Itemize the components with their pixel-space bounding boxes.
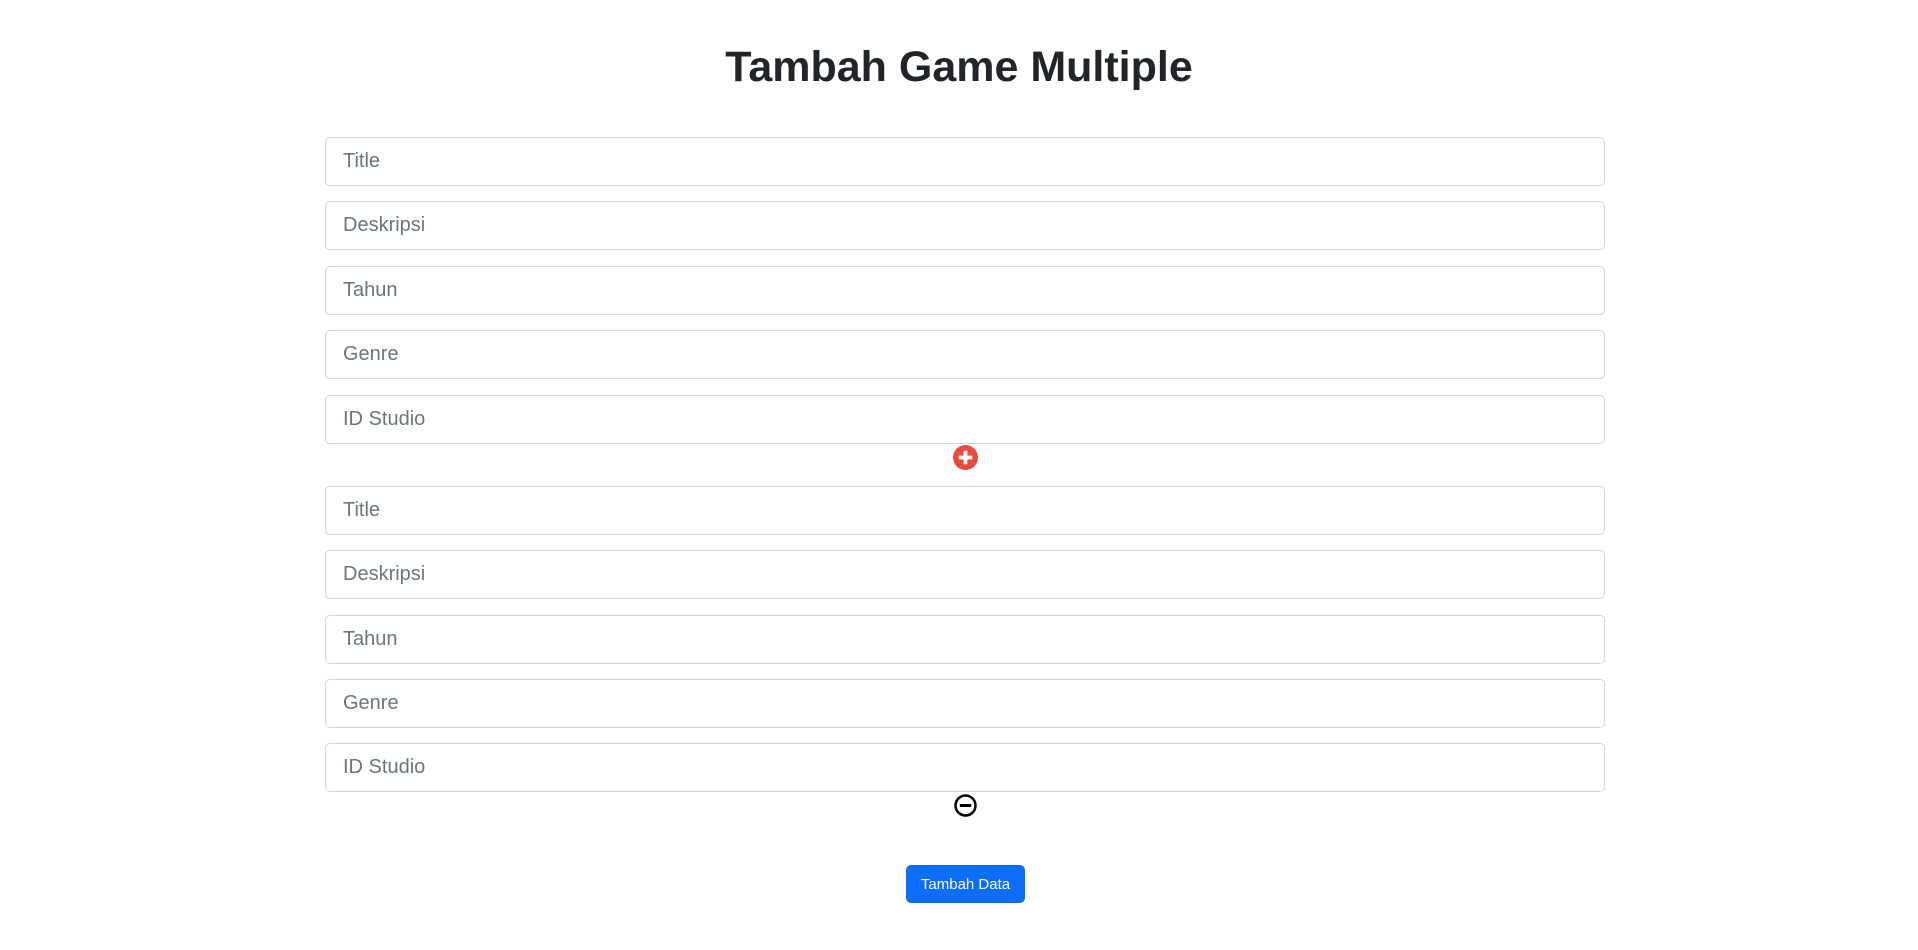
plus-circle-icon: [953, 445, 978, 470]
title-input[interactable]: [325, 137, 1605, 186]
id-studio-input[interactable]: [325, 395, 1605, 444]
page-title: Tambah Game Multiple: [725, 43, 1193, 91]
title-input[interactable]: [325, 486, 1605, 535]
id-studio-input[interactable]: [325, 743, 1605, 792]
deskripsi-input[interactable]: [325, 550, 1605, 599]
tahun-input[interactable]: [325, 615, 1605, 664]
genre-input[interactable]: [325, 679, 1605, 728]
add-group-button[interactable]: [953, 445, 978, 470]
remove-group-button[interactable]: [953, 793, 978, 818]
deskripsi-input[interactable]: [325, 201, 1605, 250]
genre-input[interactable]: [325, 330, 1605, 379]
minus-circle-icon: [954, 794, 977, 817]
tahun-input[interactable]: [325, 266, 1605, 315]
tambah-data-button[interactable]: Tambah Data: [906, 865, 1025, 903]
